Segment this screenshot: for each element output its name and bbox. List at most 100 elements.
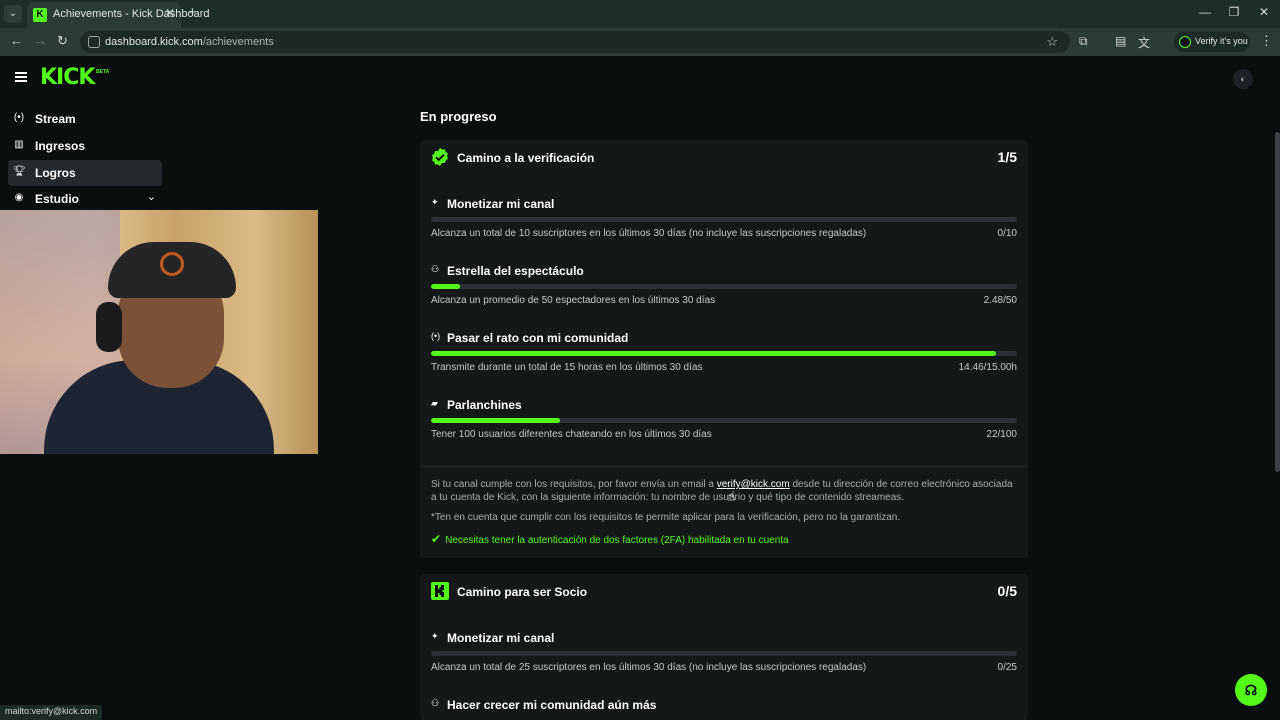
card-title: Camino a la verificación [457, 151, 595, 165]
profile-button[interactable]: Verify it's you [1174, 32, 1250, 52]
browser-toolbar: ← → ↻ dashboard.kick.com/achievements ☆ … [0, 28, 1280, 56]
sparkle-icon: ✦ [431, 197, 439, 207]
profile-label: Verify it's you [1195, 36, 1248, 46]
task-description: Alcanza un promedio de 50 espectadores e… [431, 295, 716, 306]
twofa-requirement: ✔ Necesitas tener la autenticación de dos… [431, 532, 789, 546]
mouse-cursor-icon: ☝︎ [727, 488, 736, 504]
divider [420, 466, 1028, 467]
tab-close-icon[interactable]: ✕ [165, 6, 175, 20]
task-value: 2.48/50 [983, 295, 1017, 306]
task-value: 0/25 [997, 662, 1017, 673]
progress-track [431, 217, 1017, 222]
new-tab-icon[interactable]: + [188, 4, 197, 21]
progress-fill [431, 418, 560, 423]
sparkle-icon: ✦ [431, 631, 439, 641]
task-title: Estrella del espectáculo [447, 264, 584, 278]
chart-icon: ▥ [14, 139, 24, 150]
verification-instructions: Si tu canal cumple con los requisitos, p… [431, 478, 1021, 504]
user-menu-icon[interactable]: ◐ [1233, 69, 1253, 89]
note-text-before: Si tu canal cumple con los requisitos, p… [431, 479, 714, 490]
progress-fill [431, 284, 461, 289]
address-bar[interactable]: dashboard.kick.com/achievements ☆ [80, 31, 1070, 53]
chat-bubble-icon: ▰ [431, 398, 438, 408]
bookmark-star-icon[interactable]: ☆ [1046, 34, 1058, 50]
achievement-card-partner: Camino para ser Socio 0/5 ✦ Monetizar mi… [420, 574, 1028, 720]
page-scrollbar[interactable] [1275, 132, 1280, 472]
sidebar-item-stream[interactable]: (•) Stream [8, 106, 162, 132]
minimize-icon[interactable]: — [1195, 5, 1215, 19]
broadcast-icon: (•) [13, 112, 25, 123]
task-value: 14.46/15.00h [958, 362, 1017, 373]
url-text: dashboard.kick.com/achievements [105, 36, 274, 48]
kick-logo[interactable]: KICK [40, 65, 95, 90]
sidebar-item-logros[interactable]: 🏆︎ Logros [8, 160, 162, 186]
twofa-text: Necesitas tener la autenticación de dos … [445, 535, 789, 546]
task-title: Pasar el rato con mi comunidad [447, 331, 629, 345]
webcam-overlay [0, 210, 318, 454]
cap-logo [160, 252, 184, 276]
progress-track [431, 284, 1017, 289]
note-text-after-1: desde tu dirección de correo electrónico… [792, 479, 1013, 490]
tab-search-button[interactable]: ⌄ [4, 5, 22, 23]
reload-icon[interactable]: ↻ [57, 33, 68, 49]
progress-track [431, 418, 1017, 423]
progress-track [431, 651, 1017, 656]
hamburger-menu-icon[interactable] [15, 72, 27, 82]
tab-title: Achievements - Kick Dashboard [53, 8, 210, 20]
camera-icon: ◉ [14, 192, 24, 203]
sidebar-item-label: Estudio [35, 192, 79, 206]
users-icon: ⚇ [431, 264, 440, 274]
checkmark-icon: ✔ [431, 532, 442, 546]
sidebar-item-estudio[interactable]: ◉ Estudio ⌄ [8, 186, 162, 212]
window-close-icon[interactable]: ✕ [1254, 5, 1274, 19]
profile-avatar [1179, 36, 1191, 48]
section-title: En progreso [420, 109, 497, 124]
task-description: Alcanza un total de 25 suscriptores en l… [431, 662, 867, 673]
site-info-icon[interactable] [88, 36, 100, 48]
restore-icon[interactable]: ❐ [1224, 5, 1244, 19]
headphones [96, 302, 122, 352]
kick-favicon-icon: K [33, 8, 47, 22]
translate-icon[interactable]: 文 [1138, 34, 1150, 51]
back-icon[interactable]: ← [10, 33, 23, 48]
broadcast-icon: (•) [431, 331, 441, 341]
sidebar-item-label: Stream [35, 112, 76, 126]
verification-disclaimer: *Ten en cuenta que cumplir con los requi… [431, 512, 901, 523]
sidebar-item-label: Ingresos [35, 139, 86, 153]
status-bar-url: mailto:verify@kick.com [0, 705, 103, 720]
achievement-card-verification: Camino a la verificación 1/5 ✦ Monetizar… [420, 140, 1028, 558]
note-text-after-2: a tu cuenta de Kick, con la siguiente in… [431, 492, 905, 503]
card-title: Camino para ser Socio [457, 585, 588, 599]
card-progress-count: 0/5 [997, 583, 1017, 599]
help-chat-button[interactable]: ☊ [1235, 674, 1267, 706]
chevron-down-icon[interactable]: ⌄ [147, 190, 156, 203]
task-description: Alcanza un total de 10 suscriptores en l… [431, 228, 867, 239]
task-title: Parlanchines [447, 398, 522, 412]
browser-tab[interactable]: K Achievements - Kick Dashboard ✕ [27, 2, 210, 28]
url-domain: dashboard.kick.com [105, 36, 203, 48]
sidebar-item-label: Logros [35, 166, 76, 180]
task-title: Monetizar mi canal [447, 631, 555, 645]
task-description: Transmite durante un total de 15 horas e… [431, 362, 703, 373]
verified-badge-icon [432, 148, 448, 166]
task-title: Hacer crecer mi comunidad aún más [447, 698, 657, 712]
progress-fill [431, 351, 996, 356]
forward-icon[interactable]: → [34, 33, 47, 48]
card-progress-count: 1/5 [997, 149, 1017, 165]
beta-badge: BETA [96, 69, 110, 75]
task-description: Tener 100 usuarios diferentes chateando … [431, 429, 712, 440]
trophy-icon: 🏆︎ [13, 166, 26, 177]
kick-k-icon [431, 582, 449, 600]
browser-menu-icon[interactable]: ⋮ [1260, 33, 1273, 49]
browser-tab-bar: ⌄ K Achievements - Kick Dashboard ✕ + — … [0, 0, 1280, 28]
url-path: /achievements [202, 36, 274, 48]
progress-track [431, 351, 1017, 356]
sidebar-item-ingresos[interactable]: ▥ Ingresos [8, 133, 162, 159]
reading-mode-icon[interactable]: ▤ [1115, 34, 1126, 48]
task-title: Monetizar mi canal [447, 197, 555, 211]
task-value: 0/10 [997, 228, 1017, 239]
task-value: 22/100 [986, 429, 1017, 440]
extensions-icon[interactable]: ⧉ [1079, 34, 1088, 49]
app-header: KICK BETA ◐ [0, 56, 1280, 102]
users-icon: ⚇ [431, 698, 440, 708]
